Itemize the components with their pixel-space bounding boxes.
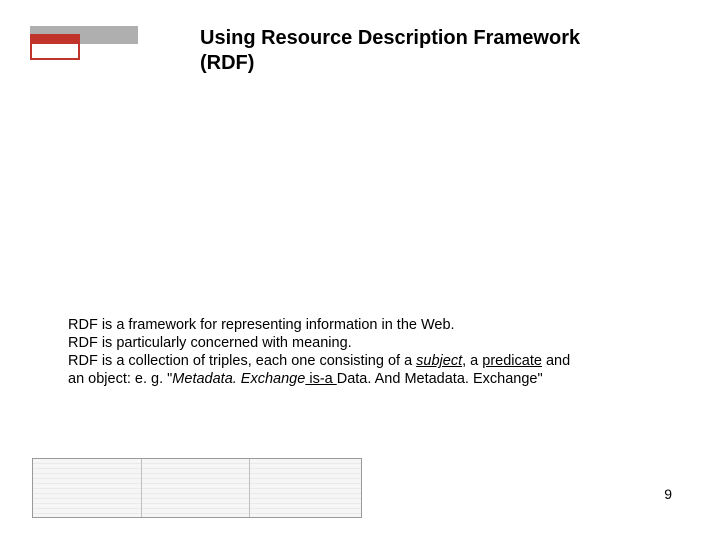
example-object: Data. And Metadata. Exchange" bbox=[337, 371, 543, 387]
slide-body: RDF is a framework for representing info… bbox=[68, 316, 668, 389]
table-divider bbox=[141, 459, 142, 517]
table-thumbnail bbox=[32, 458, 362, 518]
example-predicate: is-a bbox=[305, 371, 336, 387]
line4-pre: an object: e. g. " bbox=[68, 371, 172, 387]
example-subject: Metadata. Exchange bbox=[172, 371, 305, 387]
subject-term: subject bbox=[416, 353, 462, 369]
body-line-2: RDF is particularly concerned with meani… bbox=[68, 334, 668, 352]
body-line-3: RDF is a collection of triples, each one… bbox=[68, 352, 668, 370]
line3-mid2: and bbox=[542, 353, 570, 369]
table-divider bbox=[249, 459, 250, 517]
predicate-term: predicate bbox=[482, 353, 542, 369]
slide-title: Using Resource Description Framework (RD… bbox=[200, 26, 640, 76]
line3-pre: RDF is a collection of triples, each one… bbox=[68, 353, 416, 369]
decor-white-inset bbox=[32, 44, 78, 58]
page-number: 9 bbox=[664, 486, 672, 502]
body-line-1: RDF is a framework for representing info… bbox=[68, 316, 668, 334]
body-line-4: an object: e. g. "Metadata. Exchange is-… bbox=[68, 370, 668, 388]
line3-mid1: , a bbox=[462, 353, 482, 369]
